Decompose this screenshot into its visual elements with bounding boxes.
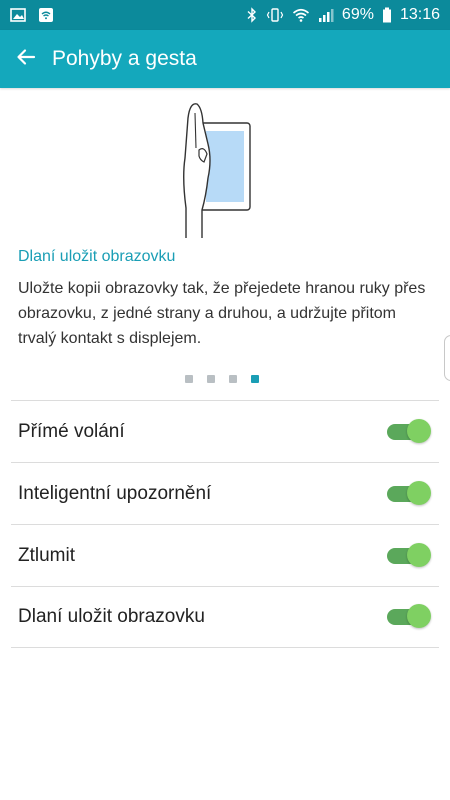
clock: 13:16 xyxy=(399,6,440,23)
toggle-thumb xyxy=(407,604,431,628)
page-indicator[interactable] xyxy=(185,375,259,383)
arrow-left-icon xyxy=(16,47,36,71)
wifi-square-icon xyxy=(38,7,54,23)
setting-row-palm-capture[interactable]: Dlaní uložit obrazovku xyxy=(11,586,439,648)
page-title: Pohyby a gesta xyxy=(52,47,197,70)
toggle-thumb xyxy=(407,418,431,443)
back-button[interactable] xyxy=(0,30,52,88)
status-bar: 69% 13:16 xyxy=(0,0,450,30)
setting-row-prime-call[interactable]: Přímé volání xyxy=(11,400,439,462)
toggle-thumb xyxy=(407,480,431,505)
toggle-switch[interactable] xyxy=(387,542,431,569)
toggle-switch[interactable] xyxy=(387,418,431,445)
vibrate-icon xyxy=(266,7,284,23)
signal-icon xyxy=(318,7,334,23)
edge-panel-handle[interactable] xyxy=(444,335,450,381)
setting-label: Přímé volání xyxy=(18,420,125,442)
palm-swipe-illustration xyxy=(170,98,270,238)
setting-label: Ztlumit xyxy=(18,544,75,566)
bluetooth-icon xyxy=(246,7,258,23)
setting-label: Dlaní uložit obrazovku xyxy=(18,606,205,627)
page-dot[interactable] xyxy=(185,375,193,383)
battery-icon xyxy=(382,7,392,23)
status-left xyxy=(10,7,54,23)
app-bar: Pohyby a gesta xyxy=(0,30,450,88)
page-dot-active[interactable] xyxy=(251,375,259,383)
settings-list: Přímé volání Inteligentní upozornění Ztl… xyxy=(11,400,439,648)
status-right: 69% 13:16 xyxy=(246,6,440,24)
setting-label: Inteligentní upozornění xyxy=(18,482,212,504)
toggle-switch[interactable] xyxy=(387,480,431,507)
page-dot[interactable] xyxy=(229,375,237,383)
setting-row-mute[interactable]: Ztlumit xyxy=(11,524,439,586)
wifi-icon xyxy=(292,7,310,23)
feature-description: Uložte kopii obrazovky tak, že přejedete… xyxy=(18,280,426,347)
toggle-thumb xyxy=(407,542,431,567)
page-dot[interactable] xyxy=(207,375,215,383)
gallery-icon xyxy=(10,7,26,23)
setting-row-smart-alert[interactable]: Inteligentní upozornění xyxy=(11,462,439,524)
toggle-switch[interactable] xyxy=(387,604,431,630)
battery-percent: 69% xyxy=(341,6,374,23)
feature-title: Dlaní uložit obrazovku xyxy=(18,248,176,265)
